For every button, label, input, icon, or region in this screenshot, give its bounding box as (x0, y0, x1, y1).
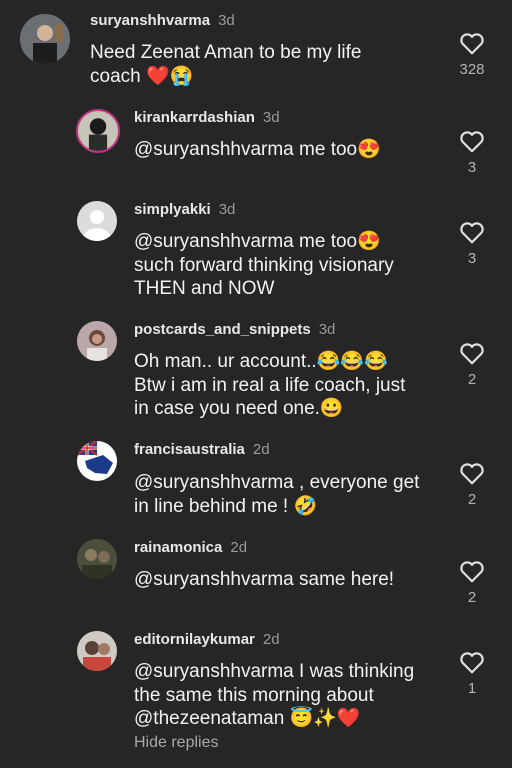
comment-time: 3d (318, 321, 336, 338)
comment-time: 3d (218, 201, 236, 218)
comment-text: @suryanshhvarma I was thinking the same … (134, 661, 415, 729)
like-count: 2 (467, 371, 477, 388)
comment-time: 2d (252, 441, 270, 458)
avatar[interactable] (77, 321, 117, 361)
like-button[interactable]: 3 (442, 220, 502, 267)
heart-outline-icon (460, 131, 484, 153)
comment-text: @suryanshhvarma same here! (134, 569, 395, 590)
comment-text: Need Zeenat Aman to be my life coach ❤️😭 (90, 42, 362, 87)
like-button[interactable]: 2 (442, 341, 502, 388)
like-button[interactable]: 2 (442, 461, 502, 508)
like-count: 2 (467, 491, 477, 508)
comment-text: @suryanshhvarma , everyone get in line b… (134, 472, 420, 517)
comment-text: @suryanshhvarma me too😍 such forward thi… (134, 231, 394, 299)
heart-outline-icon (460, 463, 484, 485)
avatar[interactable] (77, 539, 117, 579)
avatar[interactable] (76, 109, 120, 153)
comment-username[interactable]: francisaustralia 2d (134, 441, 270, 458)
like-count: 2 (467, 589, 477, 606)
like-count: 3 (467, 250, 477, 267)
hide-replies-button[interactable]: Hide replies (134, 734, 218, 752)
comment-username[interactable]: kirankarrdashian 3d (134, 109, 280, 126)
heart-outline-icon (460, 343, 484, 365)
like-count: 3 (467, 159, 477, 176)
comment-time: 2d (230, 539, 248, 556)
avatar[interactable] (77, 631, 117, 671)
comment-time: 2d (262, 631, 280, 648)
like-button[interactable]: 328 (442, 31, 502, 78)
avatar[interactable] (20, 14, 70, 64)
heart-outline-icon (460, 222, 484, 244)
heart-outline-icon (460, 652, 484, 674)
like-button[interactable]: 1 (442, 650, 502, 697)
like-count: 328 (459, 61, 485, 78)
like-button[interactable]: 2 (442, 559, 502, 606)
like-button[interactable]: 3 (442, 129, 502, 176)
comment-username[interactable]: postcards_and_snippets 3d (134, 321, 335, 338)
avatar[interactable] (77, 441, 117, 481)
like-count: 1 (467, 680, 477, 697)
avatar[interactable] (77, 201, 117, 241)
comment-username[interactable]: rainamonica 2d (134, 539, 247, 556)
heart-outline-icon (460, 561, 484, 583)
comment-username[interactable]: simplyakki 3d (134, 201, 235, 218)
comment-text: @suryanshhvarma me too😍 (134, 139, 381, 160)
comment-time: 3d (262, 109, 280, 126)
comment-text: Oh man.. ur account..😂😂😂 Btw i am in rea… (134, 351, 406, 419)
comment-time: 3d (218, 12, 235, 29)
heart-outline-icon (460, 33, 484, 55)
comment-username[interactable]: suryanshhvarma 3d (90, 12, 235, 29)
comment-username[interactable]: editornilaykumar 2d (134, 631, 280, 648)
